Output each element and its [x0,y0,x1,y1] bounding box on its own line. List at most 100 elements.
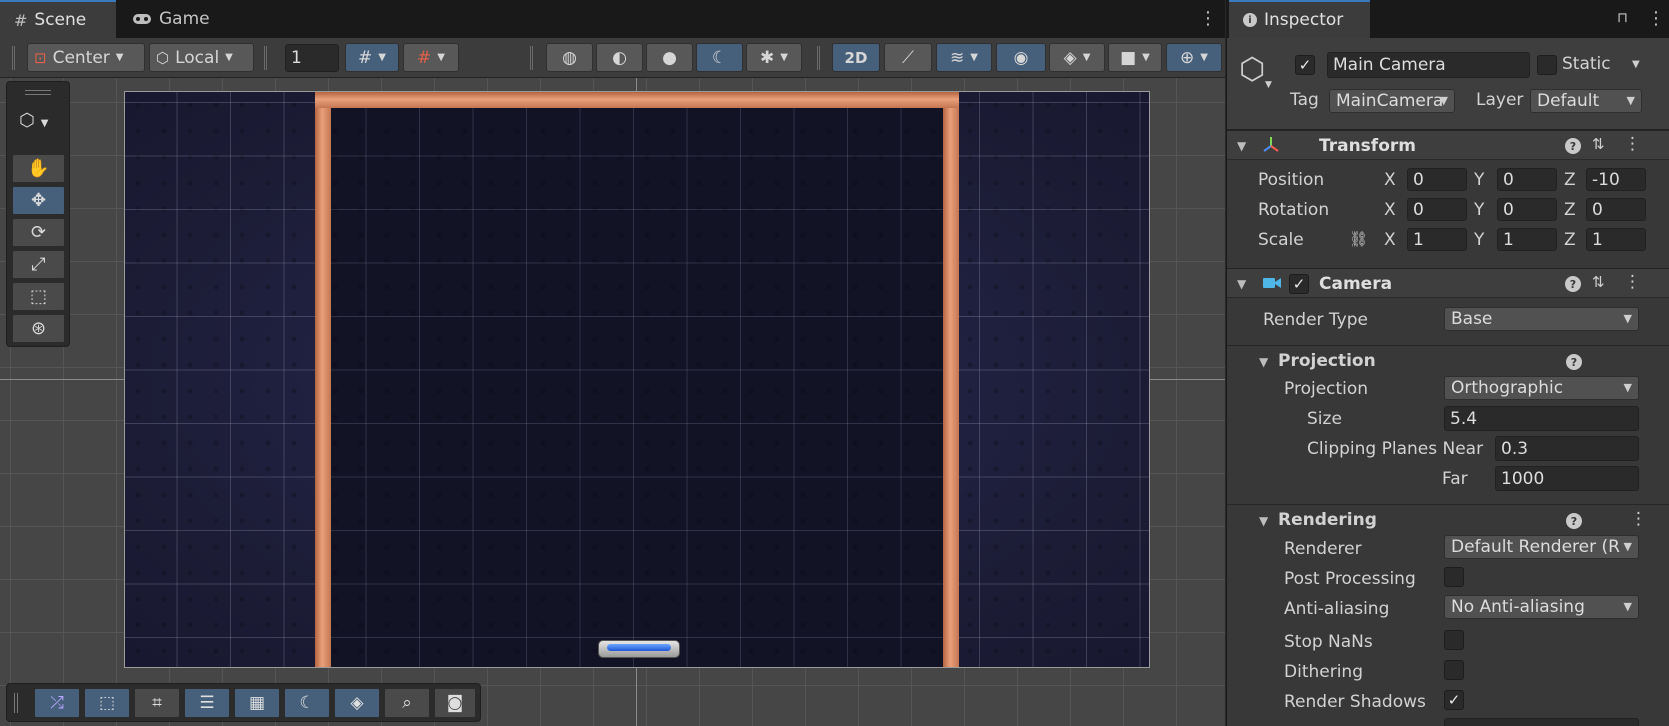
scale-y-field[interactable]: 1 [1497,228,1557,251]
transform-tool-button[interactable]: ⊛ [12,314,65,343]
toolbar-grip[interactable] [12,46,15,70]
overlay-search-button[interactable]: ⌕ [384,688,430,718]
object-header: ⬡ ▼ ✓ Main Camera Static ▼ Tag MainCamer… [1227,38,1669,130]
palette-grip[interactable] [25,90,51,95]
scene-camera-dropdown[interactable]: ■ ▼ [1108,43,1162,72]
scale-tool-button[interactable]: ⤢ [12,250,65,279]
overlay-sliders-button[interactable]: ☰ [184,688,230,718]
object-name-field[interactable]: Main Camera [1327,52,1530,78]
inspector-panel: i Inspector ⊓ ⋮ ⬡ ▼ ✓ Main Camera Static… [1226,0,1669,726]
inspector-more-icon[interactable]: ⋮ [1647,10,1665,28]
grid-visibility-button[interactable]: # ▼ [345,43,399,72]
camera-header[interactable]: ▼ ✓ Camera ? ⇅ ⋮ [1227,268,1669,298]
rotation-y-field[interactable]: 0 [1497,198,1557,221]
overlay-lighting-button[interactable]: ☾ [284,688,330,718]
left-wall[interactable] [315,92,331,667]
help-icon[interactable]: ? [1566,354,1582,370]
foldout-arrow-icon[interactable]: ▼ [1259,355,1268,369]
toolbar-grip[interactable] [264,46,267,70]
lighting-toggle-button[interactable]: ⟋ [884,43,932,72]
projection-dropdown[interactable]: Orthographic ▼ [1444,376,1639,400]
anti-aliasing-dropdown[interactable]: No Anti-aliasing ▼ [1444,595,1639,619]
shaded-wireframe-button[interactable]: ◐ [596,43,643,72]
position-x-value: 0 [1413,169,1424,190]
position-y-field[interactable]: 0 [1497,168,1557,191]
camera-icon: ■ [1120,47,1137,68]
scale-x-field[interactable]: 1 [1407,228,1467,251]
rect-tool-button[interactable]: ⬚ [12,282,65,311]
overlay-grip[interactable] [14,693,18,713]
pivot-rotation-dropdown[interactable]: ⬡ Local ▼ [149,43,254,72]
position-z-field[interactable]: -10 [1586,168,1646,191]
stop-nans-label: Stop NaNs [1284,632,1373,652]
help-icon[interactable]: ? [1566,513,1582,529]
priority-field[interactable] [1444,718,1639,726]
shaded-button[interactable]: ● [646,43,693,72]
overlay-rect-button[interactable]: ⬚ [84,688,130,718]
rotation-z-field[interactable]: 0 [1586,198,1646,221]
layers-dropdown[interactable]: ◈ ▼ [1049,43,1105,72]
overlay-shuffle-button[interactable]: ⤮ [34,688,80,718]
pivot-mode-dropdown[interactable]: ⊡ Center ▼ [27,43,145,72]
grid-snap-increment-field[interactable]: 1 [285,44,339,72]
debug-draw-mode-button[interactable]: ✱ ▼ [746,43,802,72]
layer-dropdown[interactable]: Default ▼ [1530,89,1642,113]
scene-viewport[interactable] [0,78,1225,726]
unlit-button[interactable]: ☾ [696,43,743,72]
top-wall[interactable] [315,92,959,108]
snap-button[interactable]: # ▼ [403,43,459,72]
camera-enabled-checkbox[interactable]: ✓ [1289,274,1309,294]
render-shadows-checkbox[interactable]: ✓ [1444,690,1464,710]
component-menu-icon[interactable]: ⋮ [1624,272,1641,292]
clipping-near-field[interactable]: 0.3 [1495,436,1639,461]
tag-dropdown[interactable]: MainCamera ▼ [1329,89,1455,113]
help-icon[interactable]: ? [1565,138,1581,154]
static-dropdown-icon[interactable]: ▼ [1632,59,1640,70]
overlay-crop-button[interactable]: ⌗ [134,688,180,718]
rendering-section-title[interactable]: Rendering [1278,510,1377,530]
rendering-menu-icon[interactable]: ⋮ [1630,509,1647,529]
right-wall[interactable] [943,92,959,667]
foldout-arrow-icon[interactable]: ▼ [1259,514,1268,528]
mode-2d-button[interactable]: 2D [832,43,880,72]
dithering-checkbox[interactable] [1444,660,1464,680]
clipping-far-field[interactable]: 1000 [1495,466,1639,491]
transform-header[interactable]: ▼ Transform ? ⇅ ⋮ [1227,130,1669,160]
presets-icon[interactable]: ⇅ [1592,273,1605,291]
presets-icon[interactable]: ⇅ [1592,135,1605,153]
render-type-dropdown[interactable]: Base ▼ [1444,307,1639,331]
lock-icon[interactable]: ⊓ [1617,10,1628,26]
size-field[interactable]: 5.4 [1444,406,1639,431]
scene-more-icon[interactable]: ⋮ [1199,10,1217,28]
gameobject-cube-icon[interactable]: ⬡ [1239,52,1265,87]
component-menu-icon[interactable]: ⋮ [1624,134,1641,154]
overlay-grid-button[interactable]: ▦ [234,688,280,718]
tab-game[interactable]: Game [118,0,218,38]
static-checkbox[interactable] [1537,55,1557,75]
renderer-dropdown[interactable]: Default Renderer (R ▼ [1444,535,1639,559]
tab-inspector[interactable]: i Inspector [1229,0,1370,38]
rotation-x-field[interactable]: 0 [1407,198,1467,221]
overlay-layers-button[interactable]: ◈ [334,688,380,718]
gizmos-dropdown[interactable]: ⊕ ▼ [1166,43,1222,72]
toolbar-grip[interactable] [817,46,820,70]
stop-nans-checkbox[interactable] [1444,630,1464,650]
scene-visibility-button[interactable]: ◉ [996,43,1046,72]
hand-tool-button[interactable]: ✋ [12,154,65,183]
active-checkbox[interactable]: ✓ [1295,55,1315,75]
scale-z-field[interactable]: 1 [1586,228,1646,251]
audio-effects-button[interactable]: ≋ ▼ [936,43,992,72]
wireframe-shading-button[interactable]: ◍ [546,43,593,72]
paddle[interactable] [598,640,680,658]
overlay-camera-button[interactable]: ◙ [434,688,476,718]
view-options-dropdown[interactable]: ⬡ ▼ [19,110,48,131]
post-processing-checkbox[interactable] [1444,567,1464,587]
position-x-field[interactable]: 0 [1407,168,1467,191]
constrain-proportions-icon[interactable]: ⛓ [1349,230,1368,248]
move-tool-button[interactable]: ✥ [12,186,65,215]
toolbar-grip[interactable] [530,46,533,70]
rotate-tool-button[interactable]: ⟳ [12,218,65,247]
tab-scene[interactable]: # Scene [0,0,116,38]
help-icon[interactable]: ? [1565,276,1581,292]
projection-section-title[interactable]: Projection [1278,351,1376,371]
